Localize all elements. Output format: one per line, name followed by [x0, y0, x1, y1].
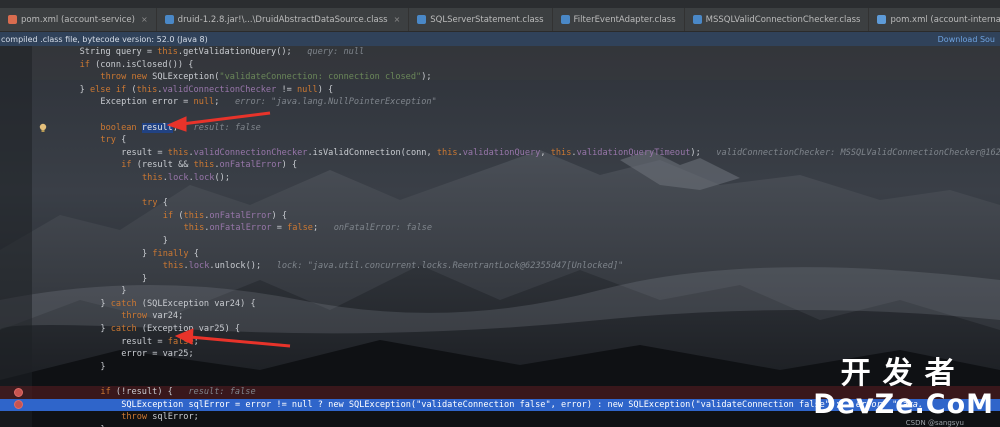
code-text: throw new SQLException("validateConnecti… [100, 72, 432, 83]
inline-debug-value: onFatalError: false [333, 223, 432, 234]
code-text: try { [100, 135, 127, 146]
file-type-icon [560, 15, 570, 24]
code-line[interactable]: } catch (SQLException var24) { [0, 298, 1000, 311]
code-text: if (this.onFatalError) { [162, 210, 288, 221]
code-line[interactable]: } [0, 273, 1000, 286]
close-icon[interactable]: × [394, 15, 401, 24]
file-type-icon [164, 15, 174, 24]
file-type-icon [877, 15, 887, 24]
code-line[interactable]: this.onFatalError = false; onFatalError:… [0, 222, 1000, 235]
code-line[interactable]: } finally { [0, 248, 1000, 261]
inline-debug-value: lock: "java.util.concurrent.locks.Reentr… [276, 261, 624, 272]
breakpoint-icon[interactable] [14, 400, 23, 410]
tab-label: FilterEventAdapter.class [573, 14, 676, 25]
watermark-credit: CSDN @sangsyu [905, 419, 964, 427]
code-text: throw var24; [121, 311, 184, 322]
editor-tab-bar: pom.xml (account-service) × druid-1.2.8.ja… [0, 8, 1000, 32]
file-type-icon [692, 15, 702, 24]
inline-debug-value: query: null [307, 47, 365, 57]
code-text: if (!result) { result: false [100, 387, 256, 398]
code-text: result = this.validConnectionChecker.isV… [121, 147, 1000, 160]
code-line[interactable]: } catch (Exception var25) { [0, 323, 1000, 336]
code-text: error = var25; [121, 349, 194, 360]
code-text: throw sqlError; [121, 412, 199, 423]
inline-debug-value: result: false [193, 122, 261, 133]
code-text: boolean result; result: false [100, 122, 261, 133]
tab-label: pom.xml (account-internal-gateway) [890, 14, 1000, 25]
code-text: } [121, 286, 127, 297]
code-text: } [142, 273, 148, 284]
editor-tab[interactable]: pom.xml (account-internal-gateway) [869, 8, 1000, 31]
code-text: this.onFatalError = false; onFatalError:… [183, 223, 432, 234]
code-text: if (conn.isClosed()) { [79, 59, 194, 70]
code-text: } [100, 361, 106, 372]
editor-tab[interactable]: FilterEventAdapter.class [553, 8, 685, 31]
decompiled-notice-bar: compiled .class file, bytecode version: … [0, 32, 1000, 46]
code-text: } catch (Exception var25) { [100, 324, 241, 335]
code-text: this.lock.unlock(); lock: "java.util.con… [162, 261, 624, 272]
code-text: SQLException sqlError = error != null ? … [121, 399, 924, 410]
file-type-icon [417, 15, 427, 24]
editor-tab[interactable]: MSSQLValidConnectionChecker.class [685, 8, 870, 31]
tab-label: pom.xml (account-service) [21, 14, 135, 25]
code-line[interactable]: String query = this.getValidationQuery()… [0, 46, 1000, 59]
inline-debug-value: result: false [188, 387, 256, 398]
inline-debug-value: error: "java.lang.NullPointerException" [234, 97, 437, 108]
code-line[interactable]: if (conn.isClosed()) { [0, 59, 1000, 72]
code-line[interactable] [0, 109, 1000, 122]
tab-label: druid-1.2.8.jar!\...\DruidAbstractDataSo… [177, 14, 388, 25]
code-line[interactable]: this.lock.lock(); [0, 172, 1000, 185]
code-text: } else if (this.validConnectionChecker !… [79, 84, 334, 95]
code-line[interactable]: result = this.validConnectionChecker.isV… [0, 147, 1000, 160]
code-line[interactable]: try { [0, 134, 1000, 147]
code-line[interactable]: } else if (this.validConnectionChecker !… [0, 84, 1000, 97]
code-text: } finally { [142, 248, 199, 259]
code-line[interactable]: if (this.onFatalError) { [0, 210, 1000, 223]
code-line[interactable]: boolean result; result: false [0, 122, 1000, 135]
editor-tab[interactable]: SQLServerStatement.class [409, 8, 553, 31]
code-text: this.lock.lock(); [142, 172, 231, 183]
code-text: result = false; [121, 336, 199, 347]
editor-tab[interactable]: druid-1.2.8.jar!\...\DruidAbstractDataSo… [157, 8, 410, 31]
code-line[interactable]: try { [0, 197, 1000, 210]
watermark: 开发者 DevZe.CoM CSDN @sangsyu [813, 356, 994, 427]
code-text: try { [142, 198, 168, 209]
tab-label: MSSQLValidConnectionChecker.class [705, 14, 861, 25]
editor-tab[interactable]: pom.xml (account-service) × [0, 8, 157, 31]
code-line[interactable]: } [0, 285, 1000, 298]
watermark-en: DevZe.CoM [813, 389, 994, 420]
code-line[interactable]: throw var24; [0, 310, 1000, 323]
code-text: String query = this.getValidationQuery()… [79, 47, 365, 57]
code-line[interactable]: this.lock.unlock(); lock: "java.util.con… [0, 260, 1000, 273]
tab-label: SQLServerStatement.class [430, 14, 544, 25]
breakpoint-icon[interactable] [14, 387, 23, 397]
code-text: } [162, 235, 168, 246]
code-line[interactable]: throw new SQLException("validateConnecti… [0, 71, 1000, 84]
code-text: Exception error = null; error: "java.lan… [100, 97, 437, 108]
code-line[interactable]: Exception error = null; error: "java.lan… [0, 96, 1000, 109]
file-type-icon [8, 15, 17, 24]
download-sources-link[interactable]: Download Sou [938, 35, 999, 44]
code-line[interactable]: result = false; [0, 336, 1000, 349]
code-line[interactable]: } [0, 235, 1000, 248]
lightbulb-icon[interactable] [38, 123, 48, 133]
decompiled-notice-text: compiled .class file, bytecode version: … [1, 34, 208, 44]
close-icon[interactable]: × [141, 15, 148, 24]
code-text: if (result && this.onFatalError) { [121, 160, 298, 171]
breadcrumb [0, 0, 1000, 8]
code-text: } catch (SQLException var24) { [100, 298, 256, 309]
code-line[interactable] [0, 185, 1000, 198]
inline-debug-value: validConnectionChecker: MSSQLValidConnec… [716, 147, 1000, 158]
code-line[interactable]: if (result && this.onFatalError) { [0, 159, 1000, 172]
watermark-cn: 开发者 [840, 356, 967, 391]
